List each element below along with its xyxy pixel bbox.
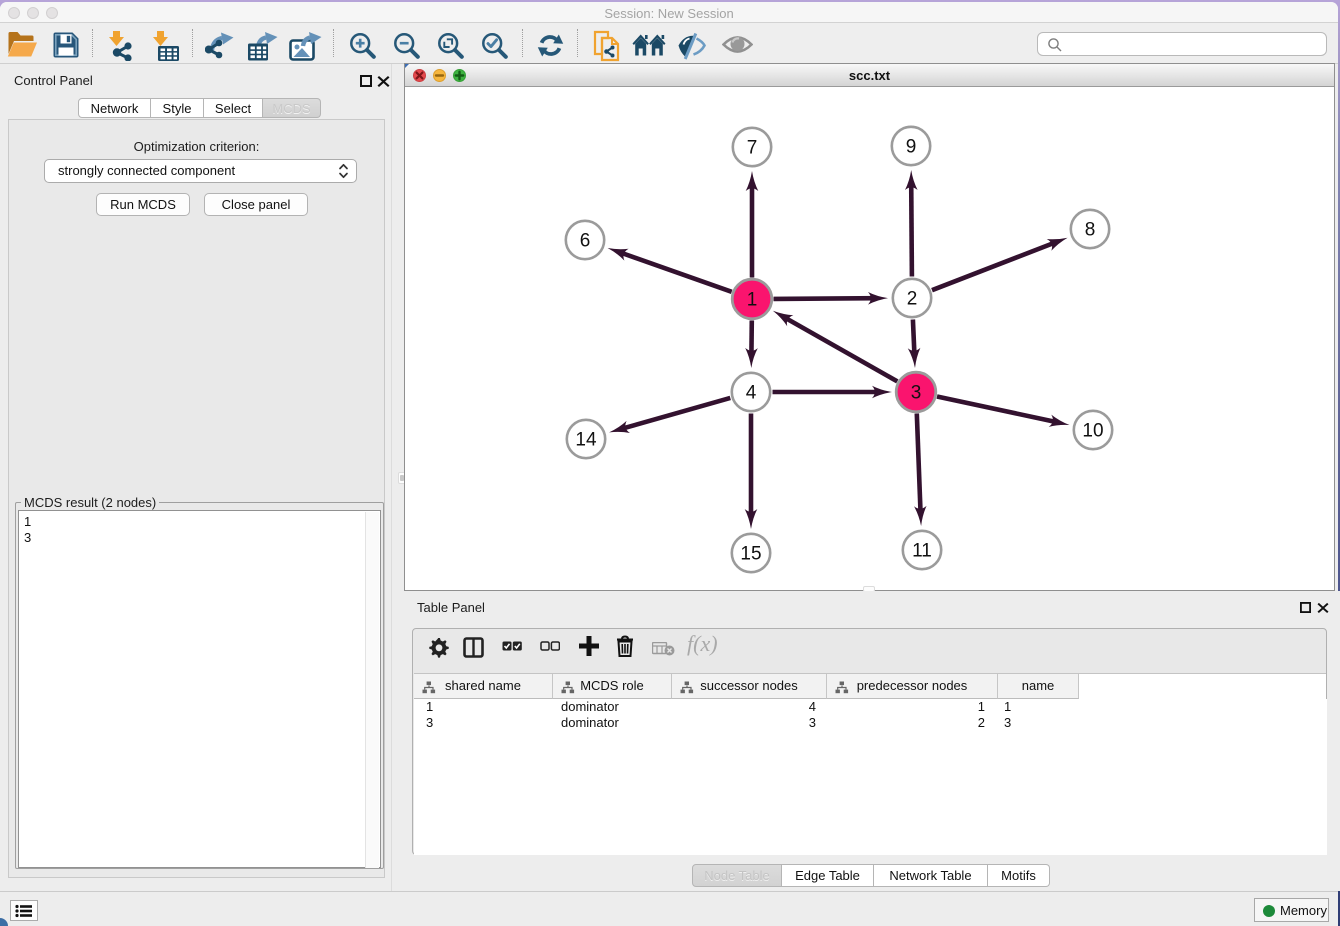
svg-text:3: 3 (911, 383, 922, 404)
svg-text:14: 14 (575, 430, 597, 451)
svg-text:10: 10 (1082, 421, 1103, 442)
svg-text:4: 4 (746, 383, 757, 404)
svg-text:6: 6 (580, 231, 591, 252)
svg-text:15: 15 (740, 544, 761, 565)
svg-text:8: 8 (1085, 220, 1096, 241)
svg-text:2: 2 (907, 289, 918, 310)
svg-text:9: 9 (906, 137, 917, 158)
svg-text:1: 1 (747, 290, 758, 311)
svg-text:7: 7 (747, 138, 758, 159)
svg-text:11: 11 (912, 541, 932, 562)
